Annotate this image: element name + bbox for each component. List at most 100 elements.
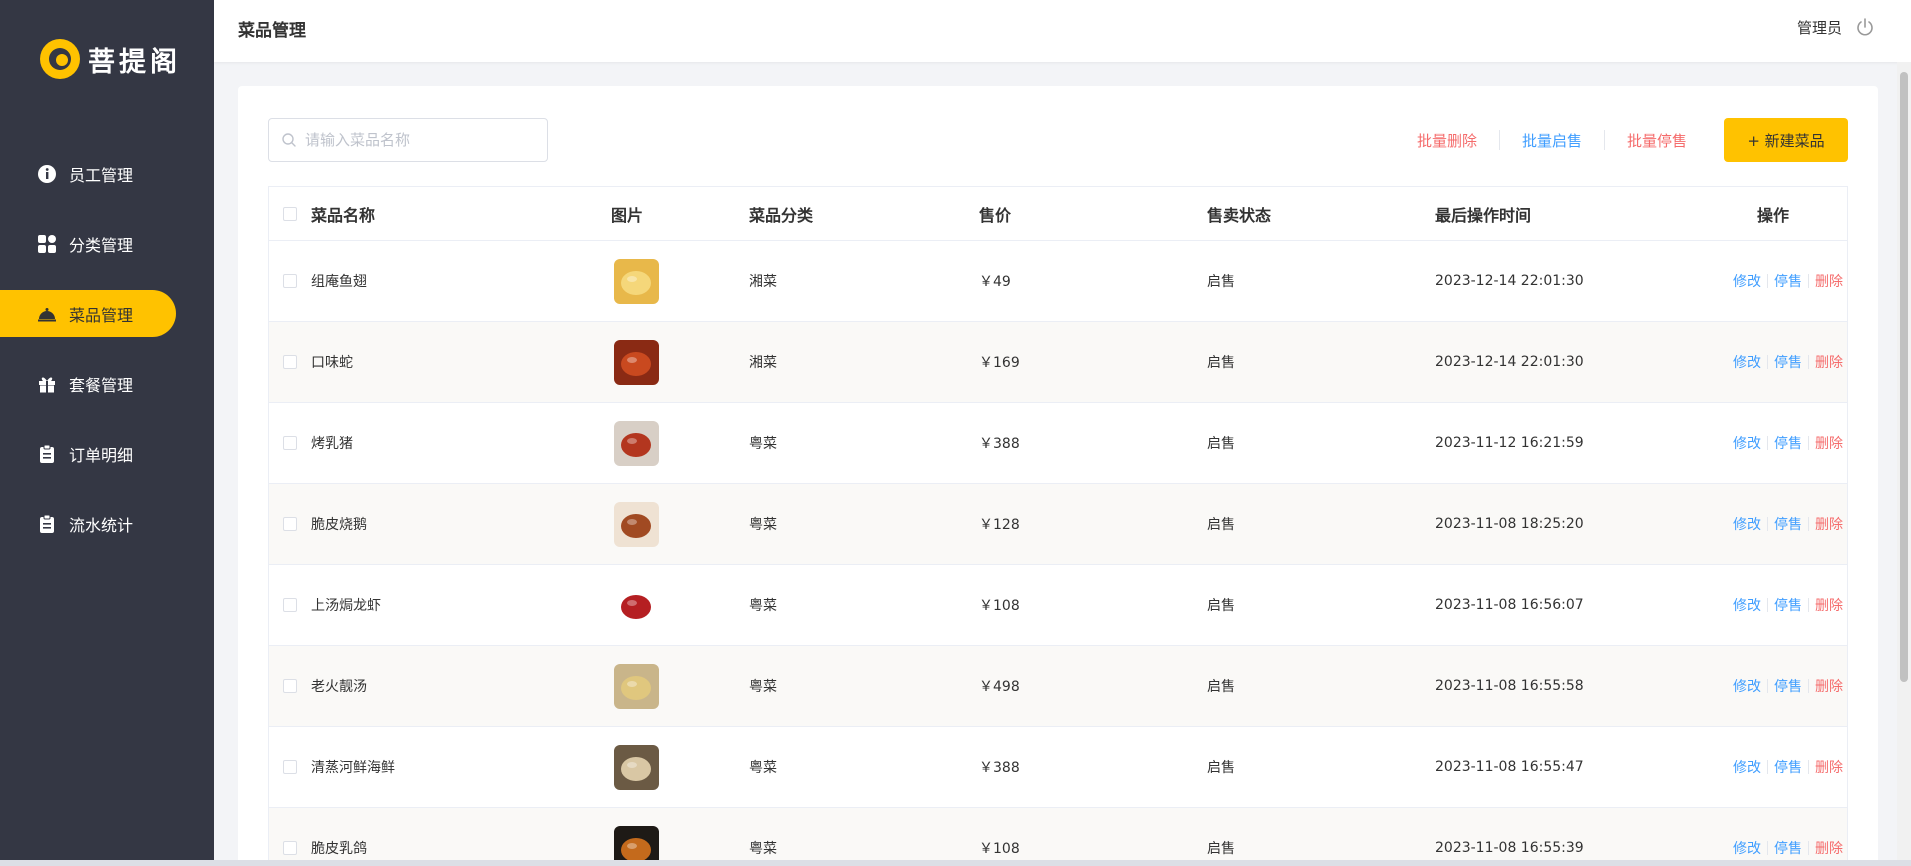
- column-header-status: 售卖状态: [1207, 205, 1272, 225]
- row-checkbox[interactable]: [283, 436, 297, 450]
- edit-link[interactable]: 修改: [1727, 433, 1767, 453]
- select-all-checkbox[interactable]: [283, 206, 297, 221]
- dish-name: 烤乳猪: [311, 436, 353, 452]
- row-checkbox[interactable]: [283, 355, 297, 369]
- cloche-icon: [37, 304, 57, 324]
- edit-link[interactable]: 修改: [1727, 514, 1767, 534]
- search-input[interactable]: [305, 131, 545, 149]
- column-header-updated: 最后操作时间: [1435, 205, 1532, 225]
- dish-updated-time: 2023-11-08 18:25:20: [1435, 516, 1584, 532]
- horizontal-scrollbar[interactable]: [0, 860, 1911, 866]
- stop-sale-link[interactable]: 停售: [1768, 757, 1808, 777]
- delete-link[interactable]: 删除: [1809, 757, 1849, 777]
- table-row: 脆皮烧鹅 粤菜 ￥128 启售 2023-11-08 18:25:20 修改 停售 删除: [269, 484, 1847, 565]
- batch-enable-button[interactable]: 批量启售: [1500, 130, 1604, 151]
- dish-status: 启售: [1207, 598, 1235, 614]
- dish-category: 粤菜: [749, 598, 777, 614]
- edit-link[interactable]: 修改: [1727, 757, 1767, 777]
- row-checkbox[interactable]: [283, 841, 297, 855]
- batch-disable-button[interactable]: 批量停售: [1605, 130, 1709, 151]
- stop-sale-link[interactable]: 停售: [1768, 433, 1808, 453]
- edit-link[interactable]: 修改: [1727, 352, 1767, 372]
- brand-name: 菩提阁: [88, 46, 181, 78]
- sidebar-item-label: 员工管理: [69, 165, 134, 185]
- dish-category: 粤菜: [749, 760, 777, 776]
- dish-image: [614, 501, 659, 547]
- dish-price: ￥49: [979, 274, 1011, 290]
- edit-link[interactable]: 修改: [1727, 595, 1767, 615]
- dish-name: 清蒸河鲜海鲜: [311, 760, 395, 776]
- dish-image: [614, 420, 659, 466]
- dish-price: ￥388: [979, 760, 1020, 776]
- table-body: 组庵鱼翅 湘菜 ￥49 启售 2023-12-14 22:01:30 修改 停售 删除 口味蛇湘…: [269, 241, 1847, 866]
- top-header: 菜品管理 管理员: [214, 0, 1911, 62]
- content-panel: 批量删除 批量启售 批量停售 + 新建菜品 菜品名称 图片 菜品分类 售价 售卖…: [238, 86, 1878, 866]
- dish-category: 湘菜: [749, 274, 777, 290]
- row-checkbox[interactable]: [283, 274, 297, 288]
- delete-link[interactable]: 删除: [1809, 352, 1849, 372]
- dish-status: 启售: [1207, 517, 1235, 533]
- dish-price: ￥108: [979, 598, 1020, 614]
- edit-link[interactable]: 修改: [1727, 271, 1767, 291]
- edit-link[interactable]: 修改: [1727, 676, 1767, 696]
- dish-category: 粤菜: [749, 436, 777, 452]
- delete-link[interactable]: 删除: [1809, 514, 1849, 534]
- row-checkbox[interactable]: [283, 517, 297, 531]
- dish-name: 脆皮乳鸽: [311, 841, 367, 857]
- stop-sale-link[interactable]: 停售: [1768, 838, 1808, 858]
- stop-sale-link[interactable]: 停售: [1768, 271, 1808, 291]
- sidebar-item-combos[interactable]: 套餐管理: [0, 360, 214, 407]
- search-box[interactable]: [268, 118, 548, 162]
- delete-link[interactable]: 删除: [1809, 838, 1849, 858]
- sidebar-item-categories[interactable]: 分类管理: [0, 220, 214, 267]
- dish-price: ￥388: [979, 436, 1020, 452]
- column-header-name: 菜品名称: [311, 205, 376, 225]
- stop-sale-link[interactable]: 停售: [1768, 595, 1808, 615]
- dish-price: ￥128: [979, 517, 1020, 533]
- grid-icon: [37, 234, 57, 254]
- sidebar-item-employees[interactable]: 员工管理: [0, 150, 214, 197]
- user-name[interactable]: 管理员: [1797, 17, 1842, 38]
- dish-price: ￥108: [979, 841, 1020, 857]
- dish-status: 启售: [1207, 274, 1235, 290]
- info-icon: [37, 164, 57, 184]
- stop-sale-link[interactable]: 停售: [1768, 676, 1808, 696]
- gift-icon: [37, 374, 57, 394]
- dish-status: 启售: [1207, 436, 1235, 452]
- edit-link[interactable]: 修改: [1727, 838, 1767, 858]
- stop-sale-link[interactable]: 停售: [1768, 352, 1808, 372]
- dish-image: [614, 258, 659, 304]
- search-icon: [282, 133, 296, 147]
- table-row: 脆皮乳鸽 粤菜 ￥108 启售 2023-11-08 16:55:39 修改 停售 删除: [269, 808, 1847, 866]
- column-header-category: 菜品分类: [749, 205, 814, 225]
- stop-sale-link[interactable]: 停售: [1768, 514, 1808, 534]
- table-row: 老火靓汤 粤菜 ￥498 启售 2023-11-08 16:55:58 修改 停售 删除: [269, 646, 1847, 727]
- delete-link[interactable]: 删除: [1809, 433, 1849, 453]
- delete-link[interactable]: 删除: [1809, 595, 1849, 615]
- add-dish-button[interactable]: + 新建菜品: [1724, 118, 1848, 162]
- page-title: 菜品管理: [238, 21, 306, 41]
- dish-image: [614, 582, 659, 628]
- vertical-scrollbar[interactable]: [1897, 62, 1911, 860]
- sidebar-item-statistics[interactable]: 流水统计: [0, 500, 214, 547]
- dish-updated-time: 2023-11-08 16:55:58: [1435, 678, 1584, 694]
- dish-status: 启售: [1207, 841, 1235, 857]
- dish-category: 粤菜: [749, 841, 777, 857]
- sidebar-item-label: 菜品管理: [69, 305, 134, 325]
- row-checkbox[interactable]: [283, 760, 297, 774]
- dish-name: 上汤焗龙虾: [311, 598, 381, 614]
- sidebar-item-dishes[interactable]: 菜品管理: [0, 290, 176, 337]
- dish-category: 湘菜: [749, 355, 777, 371]
- power-icon[interactable]: [1855, 17, 1875, 37]
- dish-status: 启售: [1207, 355, 1235, 371]
- sidebar-item-orders[interactable]: 订单明细: [0, 430, 214, 477]
- dish-price: ￥169: [979, 355, 1020, 371]
- scrollbar-thumb[interactable]: [1900, 72, 1908, 682]
- column-header-price: 售价: [979, 205, 1012, 225]
- batch-delete-button[interactable]: 批量删除: [1395, 130, 1499, 151]
- sidebar-nav: 员工管理 分类管理 菜品管理 套餐管理 订单明细 流水统计: [0, 150, 214, 570]
- row-checkbox[interactable]: [283, 598, 297, 612]
- delete-link[interactable]: 删除: [1809, 676, 1849, 696]
- row-checkbox[interactable]: [283, 679, 297, 693]
- delete-link[interactable]: 删除: [1809, 271, 1849, 291]
